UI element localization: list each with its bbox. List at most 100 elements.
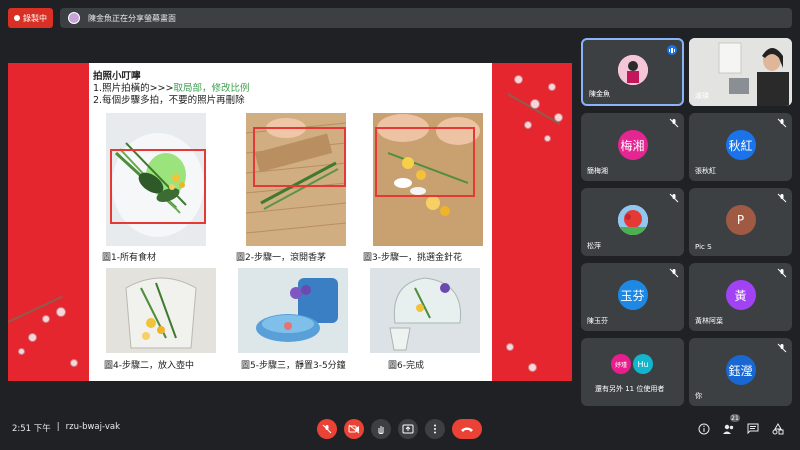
photo-into-pot (106, 268, 216, 353)
avatar: P (725, 205, 756, 235)
mic-off-icon (322, 424, 332, 434)
avatar (617, 205, 648, 235)
participant-name: 還有另外 11 位使用者 (595, 385, 665, 393)
chat-button[interactable] (745, 421, 761, 437)
shared-screen-slide: 拍照小叮嚀 1.照片拍橫的>>>取局部，修改比例 2.每個步驟多拍，不要的照片再… (8, 63, 572, 381)
more-vert-icon (434, 424, 436, 434)
mic-off-icon (669, 268, 679, 278)
leave-call-button[interactable] (452, 419, 482, 439)
participant-tile-others[interactable]: 妤瑾 Hu 還有另外 11 位使用者 (581, 338, 684, 406)
blossom-flower (544, 135, 551, 142)
caption-4: 圖4-步驟二，放入壺中 (104, 361, 194, 371)
avatar: 梅湘 (617, 130, 648, 160)
blossom-flower (70, 359, 78, 367)
presenter-photo (617, 55, 648, 85)
people-icon (722, 424, 733, 434)
participant-tile-video[interactable]: 淑瑛 (689, 38, 792, 106)
participant-name: 你 (695, 392, 702, 400)
participant-tile[interactable]: 松萍 (581, 188, 684, 256)
line1-prefix: 1.照片拍橫的>>> (93, 83, 174, 94)
slide-title: 拍照小叮嚀 (93, 71, 141, 82)
blossom-flower (548, 83, 556, 91)
participant-tile[interactable]: 梅湘 簡梅湘 (581, 113, 684, 181)
activities-button[interactable] (770, 421, 786, 437)
slide-line-2: 2.每個步驟多拍，不要的照片再刪除 (93, 95, 245, 106)
blossom-flower (28, 333, 37, 342)
slide-right-border (492, 63, 572, 381)
presenting-banner[interactable]: 陳金魚正在分享螢幕畫面 (60, 8, 792, 28)
participant-name: 松萍 (587, 242, 601, 250)
activities-icon (772, 423, 784, 435)
hand-icon (378, 426, 384, 434)
mic-off-icon (669, 193, 679, 203)
participant-name: 陳金魚 (589, 90, 610, 98)
highlight-box (375, 127, 475, 197)
separator: | (56, 422, 60, 432)
avatar: 妤瑾 (611, 354, 631, 374)
mic-off-icon (777, 268, 787, 278)
photo-roll-lemongrass (246, 113, 346, 246)
flower-avatar-photo (617, 205, 648, 235)
finished-tea-illustration (370, 268, 480, 353)
record-dot-icon (14, 15, 20, 21)
avatar: 黃 (725, 280, 756, 310)
participant-tile-presenter[interactable]: 陳金魚 (581, 38, 684, 106)
participant-tile-self[interactable]: 鈺瀅 你 (689, 338, 792, 406)
caption-6: 圖6-完成 (388, 361, 424, 371)
blossom-flower (506, 343, 514, 351)
meeting-code: rzu-bwaj-vak (65, 422, 121, 432)
avatar: 鈺瀅 (725, 355, 756, 385)
mic-toggle-button[interactable] (317, 419, 337, 439)
mic-off-icon (777, 343, 787, 353)
chat-icon (747, 423, 759, 435)
blossom-flower (554, 113, 563, 122)
mic-off-icon (777, 193, 787, 203)
photo-ingredients (106, 113, 206, 246)
slide-line-1: 1.照片拍橫的>>>取局部，修改比例 (93, 83, 249, 95)
meet-window: 錄製中 陳金魚正在分享螢幕畫面 拍照小叮嚀 1.照片拍橫的>>>取局部，修改比例… (0, 0, 800, 450)
slide-instructions: 拍照小叮嚀 1.照片拍橫的>>>取局部，修改比例 2.每個步驟多拍，不要的照片再… (93, 71, 249, 107)
participant-tile[interactable]: 玉芬 陳玉芬 (581, 263, 684, 331)
caption-3: 圖3-步驟一，挑選金針花 (363, 253, 462, 263)
blossom-flower (42, 315, 50, 323)
blossom-flower (514, 75, 523, 84)
recording-badge[interactable]: 錄製中 (8, 8, 53, 28)
caption-1: 圖1-所有食材 (102, 253, 156, 263)
camera-toggle-button[interactable] (344, 419, 364, 439)
participant-name: 淑瑛 (695, 92, 709, 100)
blossom-flower (56, 307, 66, 317)
participant-tile[interactable]: 秋紅 張秋紅 (689, 113, 792, 181)
avatar: 玉芬 (617, 280, 648, 310)
present-screen-button[interactable] (398, 419, 418, 439)
participants-button[interactable] (720, 421, 736, 437)
raise-hand-button[interactable] (371, 419, 391, 439)
participant-name: Pic S (695, 243, 712, 251)
blossom-flower (524, 121, 532, 129)
participant-name: 簡梅湘 (587, 167, 608, 175)
mic-off-icon (669, 118, 679, 128)
info-icon (698, 423, 710, 435)
caption-5: 圖5-步驟三，靜置3-5分鐘 (241, 361, 346, 371)
blue-tea-illustration (238, 268, 348, 353)
meeting-info: 2:51 下午 | rzu-bwaj-vak (12, 422, 120, 434)
mic-off-icon (777, 118, 787, 128)
present-icon (402, 424, 414, 434)
current-time: 2:51 下午 (12, 424, 51, 434)
participant-tile[interactable]: P Pic S (689, 188, 792, 256)
hang-up-icon (461, 427, 473, 432)
camera-off-icon (348, 424, 360, 434)
meeting-details-button[interactable] (696, 421, 712, 437)
avatar (617, 55, 648, 85)
speaking-indicator-icon (667, 45, 677, 55)
slide-left-border (8, 63, 89, 381)
more-options-button[interactable] (425, 419, 445, 439)
photo-steep (238, 268, 348, 353)
recording-label: 錄製中 (23, 13, 47, 23)
avatar: 秋紅 (725, 130, 756, 160)
blossom-flower (530, 99, 540, 109)
participant-name: 黃林阿葉 (695, 317, 723, 325)
caption-2: 圖2-步驟一，滾開香茅 (236, 253, 326, 263)
participant-name: 陳玉芬 (587, 317, 608, 325)
participant-tile[interactable]: 黃 黃林阿葉 (689, 263, 792, 331)
teapot-illustration (106, 268, 216, 353)
